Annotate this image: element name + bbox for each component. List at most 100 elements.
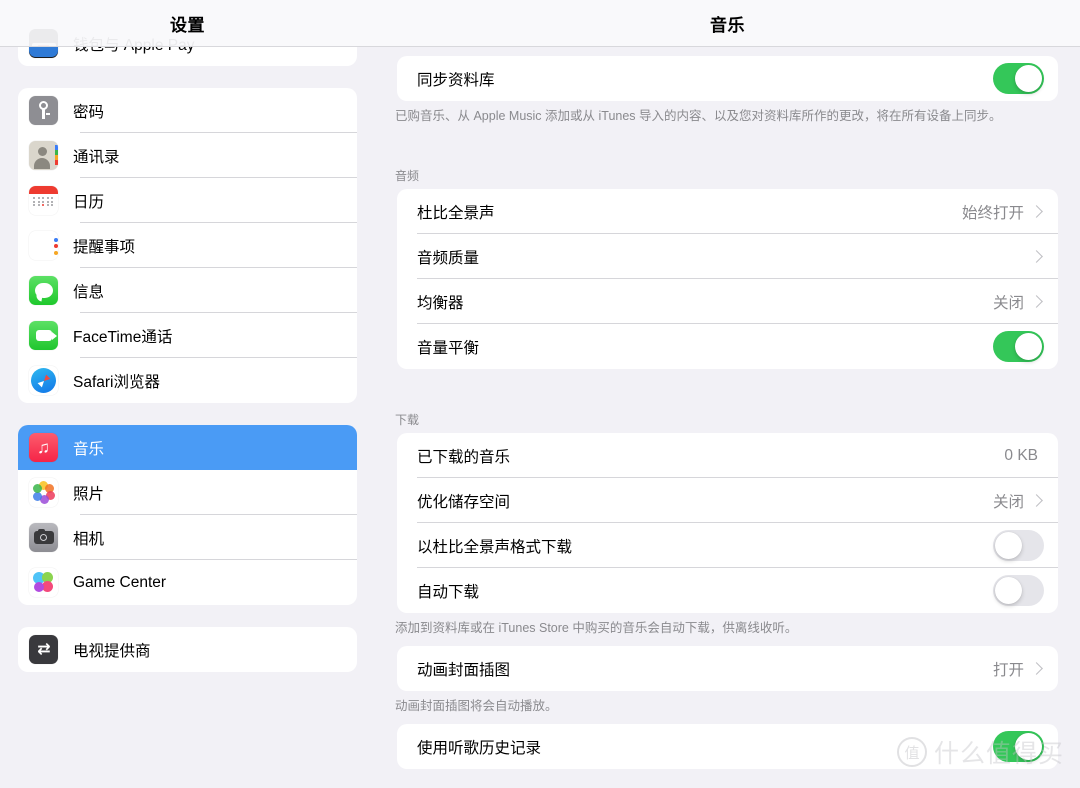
sidebar-item-music[interactable]: ♫ 音乐 xyxy=(18,425,357,470)
row-label: 使用听歌历史记录 xyxy=(417,736,993,758)
row-value: 关闭 xyxy=(993,490,1024,512)
settings-card: 同步资料库 xyxy=(397,56,1058,101)
settings-row[interactable]: 以杜比全景声格式下载 xyxy=(397,523,1058,568)
detail-scroll-area[interactable]: 同步资料库已购音乐、从 Apple Music 添加或从 iTunes 导入的内… xyxy=(375,47,1080,788)
settings-row[interactable]: 音量平衡 xyxy=(397,324,1058,369)
section-spacer xyxy=(375,369,1080,395)
sidebar-item-messages[interactable]: 信息 xyxy=(18,268,357,313)
sidebar-item-label: 日历 xyxy=(73,190,104,212)
settings-row[interactable]: 优化储存空间关闭 xyxy=(397,478,1058,523)
sidebar-group: ⇄ 电视提供商 xyxy=(18,627,357,672)
password-icon xyxy=(29,96,58,125)
music-icon: ♫ xyxy=(29,433,58,462)
sidebar-item-facetime[interactable]: FaceTime通话 xyxy=(18,313,357,358)
sidebar-item-label: FaceTime通话 xyxy=(73,325,172,347)
settings-row[interactable]: 同步资料库 xyxy=(397,56,1058,101)
sidebar-item-password[interactable]: 密码 xyxy=(18,88,357,133)
settings-card: 已下载的音乐0 KB优化储存空间关闭以杜比全景声格式下载自动下载 xyxy=(397,433,1058,613)
sidebar-item-contacts[interactable]: 通讯录 xyxy=(18,133,357,178)
row-value: 0 KB xyxy=(1004,447,1038,465)
chevron-right-icon xyxy=(1030,494,1043,507)
sidebar-item-photos[interactable]: 照片 xyxy=(18,470,357,515)
toggle-switch[interactable] xyxy=(993,331,1044,362)
chevron-right-icon xyxy=(1030,662,1043,675)
messages-icon xyxy=(29,276,58,305)
row-label: 动画封面插图 xyxy=(417,658,993,680)
sidebar-item-safari[interactable]: Safari浏览器 xyxy=(18,358,357,403)
toggle-knob xyxy=(995,532,1022,559)
row-value: 始终打开 xyxy=(962,201,1024,223)
sidebar-item-label: 相机 xyxy=(73,527,104,549)
page-title: 音乐 xyxy=(710,11,745,36)
row-value: 打开 xyxy=(993,658,1024,680)
sidebar-item-label: 照片 xyxy=(73,482,104,504)
settings-card: 使用听歌历史记录 xyxy=(397,724,1058,769)
section-footer: 动画封面插图将会自动播放。 xyxy=(375,691,1080,715)
toggle-switch[interactable] xyxy=(993,530,1044,561)
sidebar-group: 密码通讯录日历提醒事项信息 FaceTime通话 Safari浏览器 xyxy=(18,88,357,403)
settings-row[interactable]: 均衡器关闭 xyxy=(397,279,1058,324)
toggle-switch[interactable] xyxy=(993,575,1044,606)
toggle-knob xyxy=(1015,733,1042,760)
sidebar-item-label: 信息 xyxy=(73,280,104,302)
sidebar-item-label: 电视提供商 xyxy=(73,639,151,661)
sidebar-header: 设置 xyxy=(0,0,375,47)
settings-row[interactable]: 已下载的音乐0 KB xyxy=(397,433,1058,478)
section-spacer xyxy=(375,715,1080,724)
row-label: 自动下载 xyxy=(417,580,993,602)
section-spacer xyxy=(375,637,1080,646)
section-footer: 添加到资料库或在 iTunes Store 中购买的音乐会自动下载，供离线收听。 xyxy=(375,613,1080,637)
row-label: 已下载的音乐 xyxy=(417,445,1004,467)
sidebar-item-calendar[interactable]: 日历 xyxy=(18,178,357,223)
clipped-icon-above xyxy=(29,47,58,57)
sidebar-item-label: Safari浏览器 xyxy=(73,370,160,392)
toggle-switch[interactable] xyxy=(993,731,1044,762)
contacts-icon xyxy=(29,141,58,170)
row-label: 均衡器 xyxy=(417,291,993,313)
sidebar-item-gamecenter[interactable]: Game Center xyxy=(18,560,357,605)
settings-card: 动画封面插图打开 xyxy=(397,646,1058,691)
sidebar-title: 设置 xyxy=(170,11,205,36)
sidebar-item-camera[interactable]: 相机 xyxy=(18,515,357,560)
chevron-right-icon xyxy=(1030,250,1043,263)
row-label: 音频质量 xyxy=(417,246,1030,268)
row-label: 同步资料库 xyxy=(417,68,993,90)
settings-row[interactable]: 使用听歌历史记录 xyxy=(397,724,1058,769)
camera-icon xyxy=(29,523,58,552)
sidebar-item-label: 通讯录 xyxy=(73,145,120,167)
calendar-icon xyxy=(29,186,58,215)
row-label: 以杜比全景声格式下载 xyxy=(417,535,993,557)
chevron-right-icon xyxy=(1030,205,1043,218)
ipad-settings-screen: 设置 钱包与 Apple Pay密码通讯录日历提醒事项信息FaceTime通话S… xyxy=(0,0,1080,788)
chevron-right-icon xyxy=(1030,295,1043,308)
sidebar-item-tvprovider[interactable]: ⇄ 电视提供商 xyxy=(18,627,357,672)
row-label: 音量平衡 xyxy=(417,336,993,358)
detail-header: 音乐 xyxy=(375,0,1080,47)
toggle-knob xyxy=(1015,333,1042,360)
photos-icon xyxy=(29,478,58,507)
sidebar-item-label: 提醒事项 xyxy=(73,235,135,257)
row-label: 杜比全景声 xyxy=(417,201,962,223)
toggle-switch[interactable] xyxy=(993,63,1044,94)
gamecenter-icon xyxy=(29,568,58,597)
settings-card: 杜比全景声始终打开音频质量均衡器关闭音量平衡 xyxy=(397,189,1058,369)
section-header: 下载 xyxy=(375,411,1080,433)
tvprovider-icon: ⇄ xyxy=(29,635,58,664)
settings-row[interactable]: 动画封面插图打开 xyxy=(397,646,1058,691)
sidebar-item-label: 音乐 xyxy=(73,437,104,459)
row-label: 优化储存空间 xyxy=(417,490,993,512)
row-value: 关闭 xyxy=(993,291,1024,313)
settings-sidebar: 设置 钱包与 Apple Pay密码通讯录日历提醒事项信息FaceTime通话S… xyxy=(0,0,375,788)
settings-row[interactable]: 音频质量 xyxy=(397,234,1058,279)
reminders-icon xyxy=(29,231,58,260)
sidebar-group: ♫ 音乐照片相机 Game Center xyxy=(18,425,357,605)
section-footer: 已购音乐、从 Apple Music 添加或从 iTunes 导入的内容、以及您… xyxy=(375,101,1080,125)
sidebar-item-reminders[interactable]: 提醒事项 xyxy=(18,223,357,268)
settings-row[interactable]: 杜比全景声始终打开 xyxy=(397,189,1058,234)
sidebar-scroll-area[interactable]: 钱包与 Apple Pay密码通讯录日历提醒事项信息FaceTime通话Safa… xyxy=(0,0,375,788)
sidebar-item-label: Game Center xyxy=(73,574,166,592)
settings-row[interactable]: 自动下载 xyxy=(397,568,1058,613)
section-header: 音频 xyxy=(375,167,1080,189)
facetime-icon xyxy=(29,321,58,350)
toggle-knob xyxy=(1015,65,1042,92)
